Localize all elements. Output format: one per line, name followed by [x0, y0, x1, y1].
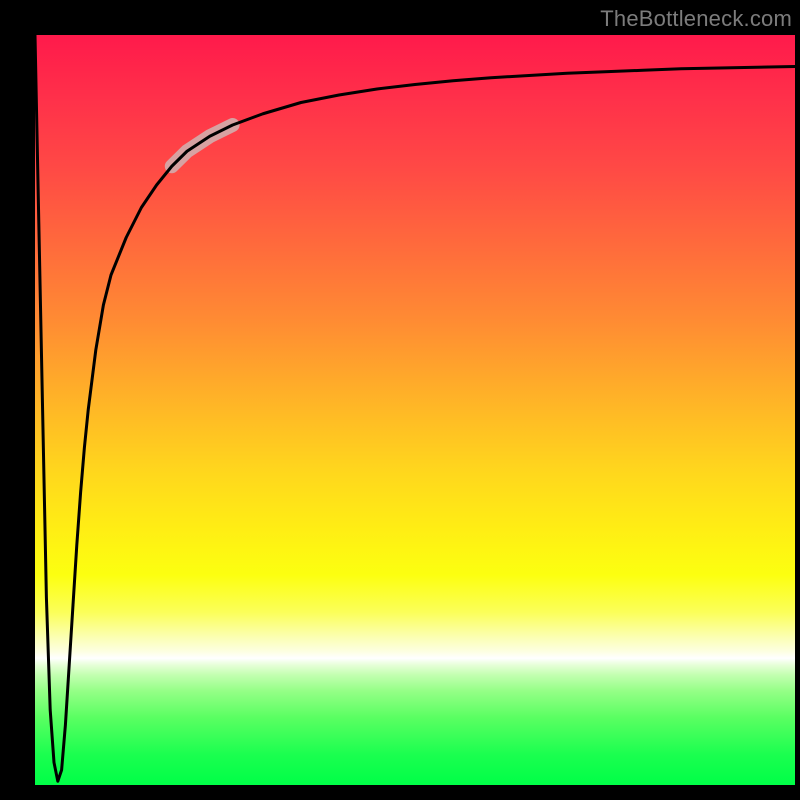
curve-layer [0, 0, 800, 800]
bottleneck-curve [35, 35, 795, 781]
chart-frame: TheBottleneck.com [0, 0, 800, 800]
curve-highlight [172, 125, 233, 166]
attribution-text: TheBottleneck.com [600, 6, 792, 32]
